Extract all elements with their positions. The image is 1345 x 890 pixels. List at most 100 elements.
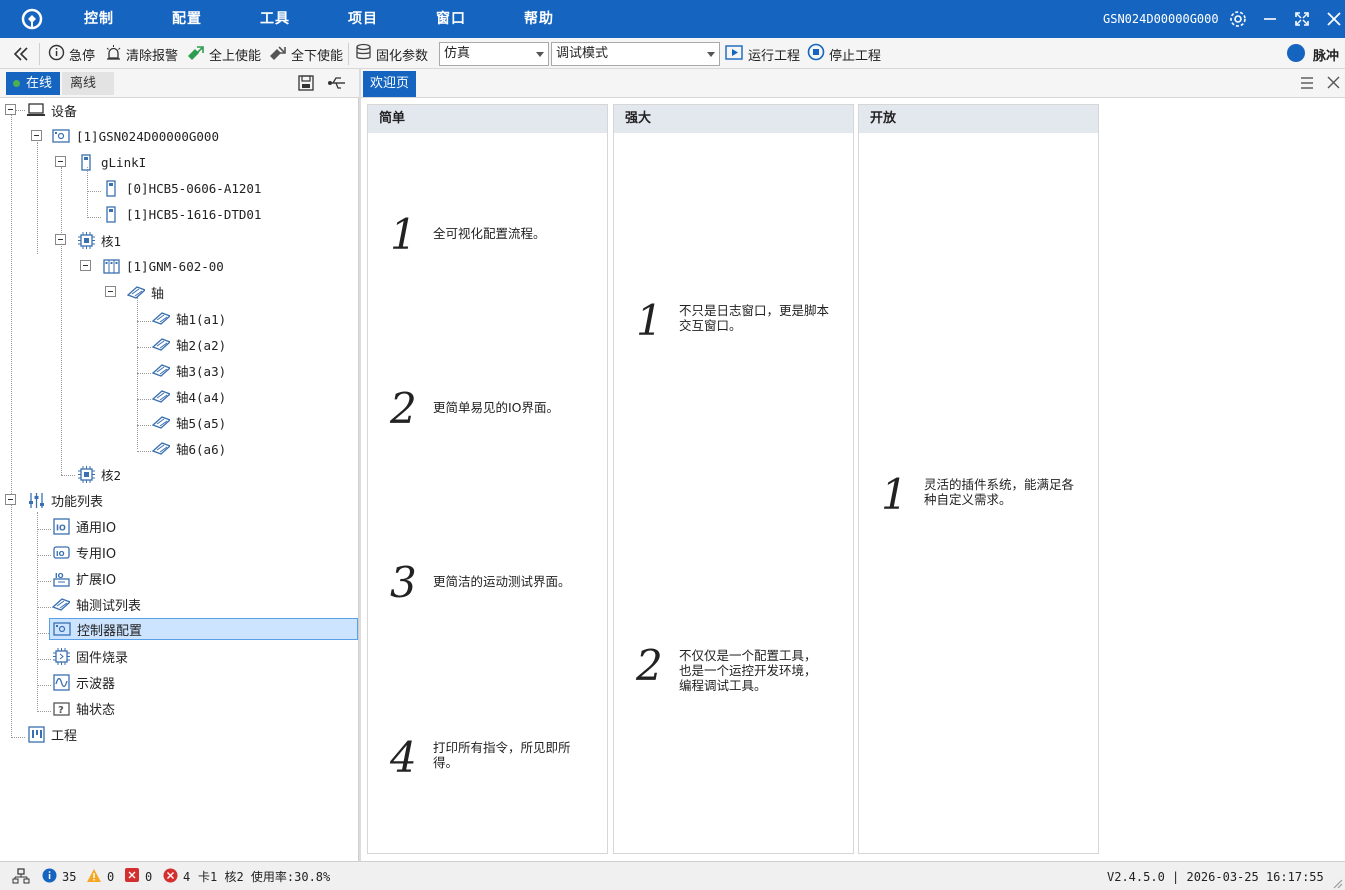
io-icon: IO <box>52 517 70 535</box>
tree-node-general-io[interactable]: IO 通用IO <box>52 515 116 537</box>
tree-node-axis-1[interactable]: 轴1(a1) <box>152 307 226 329</box>
estop-button[interactable]: 急停 <box>48 43 95 65</box>
resize-grip-icon[interactable] <box>1331 877 1343 890</box>
database-icon <box>355 43 376 65</box>
tree-node-extended-io[interactable]: IO 扩展IO <box>52 567 116 589</box>
tree-node-io-1[interactable]: [1]HCB5-1616-DTD01 <box>102 203 261 225</box>
disable-all-label: 全下使能 <box>291 48 344 64</box>
tree-node-axis-test-list[interactable]: 轴测试列表 <box>52 593 141 615</box>
tree-node-label: 控制器配置 <box>77 623 143 639</box>
info-icon <box>42 868 57 886</box>
collapse-toggle[interactable] <box>31 130 42 141</box>
tree-node-controller[interactable]: [1]GSN024D00000G000 <box>52 125 219 147</box>
tree-node-label: 轴2(a2) <box>176 337 227 353</box>
menu-config[interactable]: 配置 <box>172 0 202 38</box>
tree-node-oscilloscope[interactable]: 示波器 <box>52 671 115 693</box>
tree-node-label: [1]GSN024D00000G000 <box>76 128 219 144</box>
settings-gear-icon[interactable] <box>1226 7 1250 31</box>
estop-label: 急停 <box>69 48 96 64</box>
error-icon <box>125 868 139 885</box>
feature-text: 更简洁的运动测试界面。 <box>433 574 571 589</box>
menu-control[interactable]: 控制 <box>84 0 114 38</box>
tree-node-project[interactable]: 工程 <box>27 723 77 745</box>
error-count[interactable]: 0 <box>125 868 152 885</box>
tree-node-axis-group[interactable]: 轴 <box>127 281 164 303</box>
controller-config-icon <box>53 620 71 638</box>
tab-online[interactable]: 在线 <box>6 72 61 95</box>
tree-node-axis-5[interactable]: 轴5(a5) <box>152 411 226 433</box>
feature-item: 1 全可视化配置流程。 <box>368 212 607 272</box>
tree-line <box>61 475 75 476</box>
tree-node-axis-status[interactable]: ? 轴状态 <box>52 697 115 719</box>
tree-node-io-0[interactable]: [0]HCB5-0606-A1201 <box>102 177 261 199</box>
chevron-down-icon <box>707 52 715 57</box>
menu-help[interactable]: 帮助 <box>524 0 554 38</box>
status-bar: 35 0 0 4 卡1 核2 使用率:30.8% V2.4.5.0 | 2026… <box>0 861 1345 890</box>
warning-count[interactable]: 0 <box>86 868 114 885</box>
tree-node-gnm[interactable]: [1]GNM-602-00 <box>102 255 224 277</box>
tree-node-label: 轴测试列表 <box>76 598 142 614</box>
collapse-toggle[interactable] <box>80 260 91 271</box>
tree-node-label: gLinkI <box>101 154 147 170</box>
tree-node-glink[interactable]: gLinkI <box>77 151 146 173</box>
feature-number: 3 <box>390 558 417 607</box>
card-title: 强大 <box>614 105 853 133</box>
tab-welcome[interactable]: 欢迎页 <box>363 71 417 97</box>
info-count[interactable]: 35 <box>42 868 76 885</box>
mode-select[interactable]: 仿真 <box>439 42 549 66</box>
debug-mode-select[interactable]: 调试模式 <box>551 42 720 66</box>
collapse-toggle[interactable] <box>55 156 66 167</box>
minimize-icon[interactable] <box>1258 7 1282 31</box>
tree-node-controller-config[interactable]: 控制器配置 <box>49 618 358 640</box>
tree-node-label: 示波器 <box>76 676 116 692</box>
tree-node-axis-2[interactable]: 轴2(a2) <box>152 333 226 355</box>
collapse-toggle[interactable] <box>105 286 116 297</box>
tree-node-label: [0]HCB5-0606-A1201 <box>126 180 262 196</box>
tree-node-label: 设备 <box>51 104 78 120</box>
feature-text: 不只是日志窗口，更是脚本交互窗口。 <box>679 303 830 333</box>
collapse-toggle[interactable] <box>5 494 16 505</box>
panel-tabs: 在线 离线 <box>0 69 359 98</box>
stop-project-button[interactable]: 停止工程 <box>807 43 881 65</box>
maximize-icon[interactable] <box>1290 7 1314 31</box>
feature-item: 2 更简单易见的IO界面。 <box>368 386 607 446</box>
device-tree-panel: 在线 离线 设备 [1]GSN024D00000G000 gLinkI [0]H… <box>0 69 359 861</box>
tree-node-firmware-burn[interactable]: 固件烧录 <box>52 645 128 667</box>
run-project-button[interactable]: 运行工程 <box>725 43 800 65</box>
firmware-chip-icon <box>52 647 70 665</box>
tab-offline[interactable]: 离线 <box>62 72 114 95</box>
usb-connect-icon[interactable] <box>327 74 347 94</box>
tree-line <box>37 142 38 254</box>
collapse-panel-icon[interactable] <box>12 43 34 65</box>
tree-node-core-1[interactable]: 核1 <box>77 229 121 251</box>
tree-line <box>11 114 12 738</box>
disable-all-button[interactable]: 全下使能 <box>268 43 343 65</box>
collapse-toggle[interactable] <box>55 234 66 245</box>
network-icon[interactable] <box>12 868 30 885</box>
collapse-toggle[interactable] <box>5 104 16 115</box>
version-timestamp: V2.4.5.0 | 2026-03-25 16:17:55 <box>1107 869 1324 884</box>
feature-number: 1 <box>636 296 663 345</box>
tree-node-axis-6[interactable]: 轴6(a6) <box>152 437 226 459</box>
tree-node-axis-4[interactable]: 轴4(a4) <box>152 385 226 407</box>
enable-all-button[interactable]: 全上使能 <box>186 43 261 65</box>
stop-icon <box>807 43 829 65</box>
tree-node-axis-3[interactable]: 轴3(a3) <box>152 359 226 381</box>
close-icon[interactable] <box>1322 7 1345 31</box>
close-tab-icon[interactable] <box>1327 76 1340 93</box>
pulse-toggle-icon[interactable] <box>1287 44 1305 62</box>
tree-node-core-2[interactable]: 核2 <box>77 463 121 485</box>
tree-node-special-io[interactable]: IO 专用IO <box>52 541 116 563</box>
menu-project[interactable]: 项目 <box>348 0 378 38</box>
menu-window[interactable]: 窗口 <box>436 0 466 38</box>
solidify-params-button[interactable]: 固化参数 <box>355 43 428 65</box>
clear-alarm-button[interactable]: 清除报警 <box>105 43 178 65</box>
fatal-count[interactable]: 4 <box>163 868 190 885</box>
tree-node-function-list[interactable]: 功能列表 <box>27 489 103 511</box>
tree-node-device[interactable]: 设备 <box>27 99 77 121</box>
save-icon[interactable] <box>297 74 317 94</box>
sliders-icon <box>27 491 45 509</box>
menu-tools[interactable]: 工具 <box>260 0 290 38</box>
svg-text:IO: IO <box>55 572 64 580</box>
tab-menu-icon[interactable] <box>1300 76 1314 94</box>
